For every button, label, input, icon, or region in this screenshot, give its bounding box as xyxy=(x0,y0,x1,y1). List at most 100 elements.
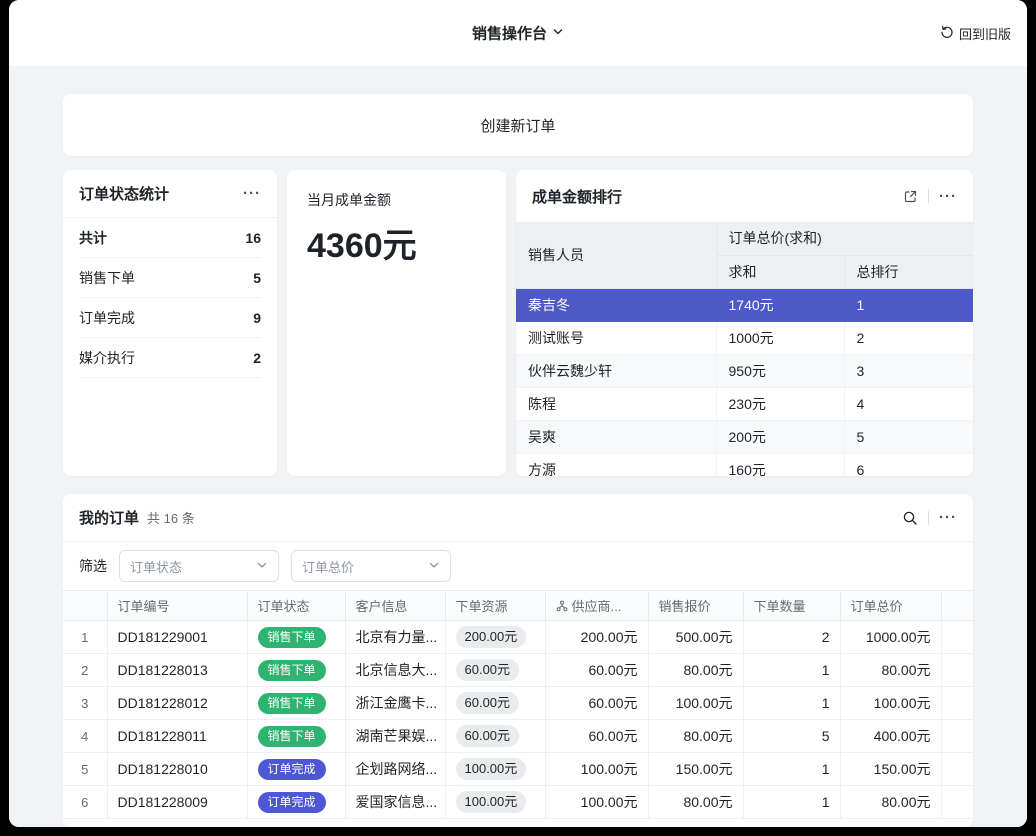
col-quote[interactable]: 销售报价 xyxy=(648,591,743,621)
ranking-row[interactable]: 吴爽 200元 5 xyxy=(516,420,973,453)
workspace-switcher[interactable]: 销售操作台 xyxy=(472,23,564,44)
filter-label: 筛选 xyxy=(79,556,107,576)
status-row: 订单完成 9 xyxy=(79,298,261,338)
order-row[interactable]: 1 DD181229001 销售下单 北京有力量... 200.00元 200.… xyxy=(63,621,973,654)
order-no-cell: DD181228010 xyxy=(107,753,247,786)
chevron-down-icon xyxy=(428,559,440,574)
order-status-cell: 销售下单 xyxy=(247,654,345,687)
col-order-total-group[interactable]: 订单总价(求和) xyxy=(716,222,973,255)
ranking-sum: 230元 xyxy=(716,387,844,420)
resource-chip: 200.00元 xyxy=(456,626,527,648)
ranking-sum: 1740元 xyxy=(716,288,844,321)
order-row[interactable]: 6 DD181228009 订单完成 爱国家信息... 100.00元 100.… xyxy=(63,786,973,819)
divider xyxy=(928,189,929,203)
lookup-field-icon xyxy=(556,600,568,612)
quote-cell: 500.00元 xyxy=(648,621,743,654)
supplier-cell: 100.00元 xyxy=(545,753,648,786)
customer-cell: 爱国家信息... xyxy=(345,786,445,819)
qty-cell: 1 xyxy=(743,753,840,786)
status-row: 媒介执行 2 xyxy=(79,338,261,378)
ranking-row[interactable]: 秦吉冬 1740元 1 xyxy=(516,288,973,321)
order-total-filter-select[interactable]: 订单总价 xyxy=(291,550,451,582)
filler-cell xyxy=(941,720,973,753)
ranking-person: 伙伴云魏少轩 xyxy=(516,354,716,387)
order-status-cell: 销售下单 xyxy=(247,621,345,654)
customer-cell: 浙江金鹰卡... xyxy=(345,687,445,720)
quote-cell: 80.00元 xyxy=(648,720,743,753)
order-status-cell: 销售下单 xyxy=(247,720,345,753)
status-row-total: 共计 16 xyxy=(79,218,261,258)
qty-cell: 5 xyxy=(743,720,840,753)
ranking-row[interactable]: 陈程 230元 4 xyxy=(516,387,973,420)
ranking-card: 成单金额排行 ··· 销售人员 订单总价(求和) xyxy=(516,170,973,476)
create-order-button[interactable]: 创建新订单 xyxy=(63,94,973,156)
resource-cell: 100.00元 xyxy=(445,786,545,819)
my-orders-title-group: 我的订单 共 16 条 xyxy=(79,507,195,528)
filler-cell xyxy=(941,654,973,687)
more-icon[interactable]: ··· xyxy=(939,189,957,204)
col-total[interactable]: 订单总价 xyxy=(840,591,941,621)
col-salesperson[interactable]: 销售人员 xyxy=(516,222,716,288)
qty-cell: 1 xyxy=(743,786,840,819)
row-index: 2 xyxy=(63,654,107,687)
col-resource[interactable]: 下单资源 xyxy=(445,591,545,621)
col-order-no[interactable]: 订单编号 xyxy=(107,591,247,621)
month-amount-label: 当月成单金额 xyxy=(307,190,486,210)
ranking-rank: 6 xyxy=(844,453,973,476)
order-status-card: 订单状态统计 ··· 共计 16 销售下单 5 订单完成 9 xyxy=(63,170,277,476)
col-supplier[interactable]: 供应商... xyxy=(545,591,648,621)
ranking-rank: 4 xyxy=(844,387,973,420)
col-qty[interactable]: 下单数量 xyxy=(743,591,840,621)
ranking-card-header: 成单金额排行 ··· xyxy=(516,170,973,222)
ranking-row[interactable]: 方源 160元 6 xyxy=(516,453,973,476)
status-row: 销售下单 5 xyxy=(79,258,261,298)
ranking-person: 陈程 xyxy=(516,387,716,420)
order-row[interactable]: 5 DD181228010 订单完成 企划路网络... 100.00元 100.… xyxy=(63,753,973,786)
total-cell: 150.00元 xyxy=(840,753,941,786)
create-order-label: 创建新订单 xyxy=(480,115,555,136)
col-customer[interactable]: 客户信息 xyxy=(345,591,445,621)
col-order-status[interactable]: 订单状态 xyxy=(247,591,345,621)
resource-chip: 60.00元 xyxy=(456,725,520,747)
more-icon[interactable]: ··· xyxy=(243,186,261,201)
order-row[interactable]: 2 DD181228013 销售下单 北京信息大... 60.00元 60.00… xyxy=(63,654,973,687)
order-status-filter-select[interactable]: 订单状态 xyxy=(119,550,279,582)
order-status-card-title: 订单状态统计 xyxy=(79,183,169,204)
export-icon[interactable] xyxy=(903,189,918,204)
col-rank[interactable]: 总排行 xyxy=(844,255,973,288)
ranking-rank: 2 xyxy=(844,321,973,354)
resource-chip: 60.00元 xyxy=(456,692,520,714)
order-row[interactable]: 4 DD181228011 销售下单 湖南芒果娱... 60.00元 60.00… xyxy=(63,720,973,753)
resource-cell: 60.00元 xyxy=(445,720,545,753)
status-badge: 销售下单 xyxy=(258,660,326,681)
quote-cell: 80.00元 xyxy=(648,786,743,819)
ranking-rank: 3 xyxy=(844,354,973,387)
order-no-cell: DD181228012 xyxy=(107,687,247,720)
order-status-filter-placeholder: 订单状态 xyxy=(130,557,182,576)
status-value: 9 xyxy=(253,310,261,326)
more-icon[interactable]: ··· xyxy=(939,510,957,525)
back-to-old-version-button[interactable]: 回到旧版 xyxy=(940,24,1011,43)
orders-table: 订单编号 订单状态 客户信息 下单资源 供应商... 销售报价 下单数量 订单总… xyxy=(63,590,973,819)
quote-cell: 100.00元 xyxy=(648,687,743,720)
filler-cell xyxy=(941,786,973,819)
resource-chip: 100.00元 xyxy=(456,791,527,813)
status-badge: 销售下单 xyxy=(258,726,326,747)
status-value: 2 xyxy=(253,350,261,366)
ranking-person: 秦吉冬 xyxy=(516,288,716,321)
row-index: 6 xyxy=(63,786,107,819)
app-window: 销售操作台 回到旧版 创建新订单 订单状态统计 ··· xyxy=(9,0,1027,827)
col-sum[interactable]: 求和 xyxy=(716,255,844,288)
search-icon[interactable] xyxy=(902,510,918,526)
ranking-sum: 950元 xyxy=(716,354,844,387)
chevron-down-icon xyxy=(552,24,564,42)
filler-cell xyxy=(941,687,973,720)
ranking-sum: 200元 xyxy=(716,420,844,453)
status-label: 共计 xyxy=(79,228,107,248)
ranking-row[interactable]: 测试账号 1000元 2 xyxy=(516,321,973,354)
ranking-table: 销售人员 订单总价(求和) 求和 总排行 秦吉冬 1740元 1 xyxy=(516,222,973,476)
order-row[interactable]: 3 DD181228012 销售下单 浙江金鹰卡... 60.00元 60.00… xyxy=(63,687,973,720)
supplier-cell: 60.00元 xyxy=(545,687,648,720)
status-value: 16 xyxy=(245,230,261,246)
ranking-row[interactable]: 伙伴云魏少轩 950元 3 xyxy=(516,354,973,387)
